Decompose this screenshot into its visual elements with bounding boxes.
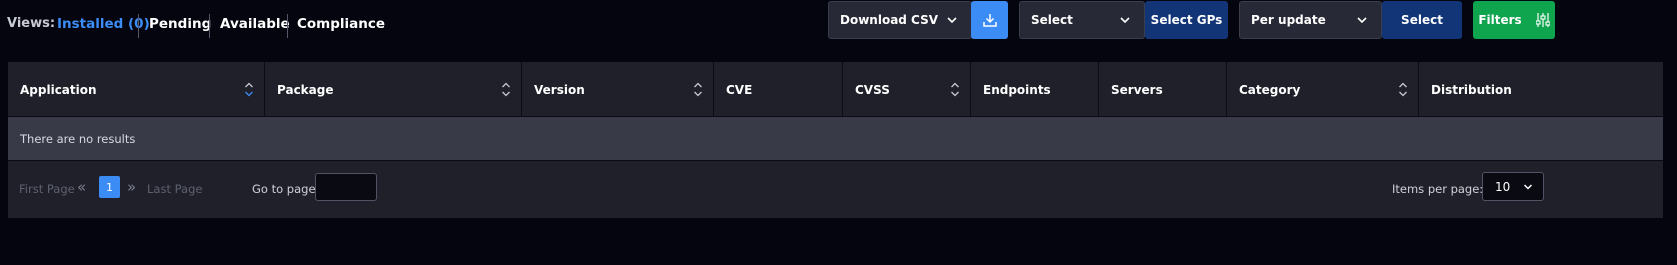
filters-label: Filters	[1478, 13, 1522, 27]
chevron-down-icon	[947, 17, 957, 24]
chevron-down-icon	[1120, 17, 1130, 24]
view-divider	[287, 14, 288, 38]
table-header: Application Package Version CVE CVSS End…	[8, 62, 1663, 117]
update-mode-value: Per update	[1251, 13, 1326, 27]
update-mode-dropdown[interactable]: Per update	[1239, 1, 1382, 39]
column-header-application[interactable]: Application	[8, 62, 265, 117]
chevron-down-icon	[1523, 184, 1533, 190]
next-page-icon[interactable]: »	[127, 177, 141, 197]
download-label: Download CSV	[840, 13, 939, 27]
items-per-page-label: Items per page:	[1392, 182, 1484, 196]
download-button[interactable]	[971, 1, 1008, 39]
top-toolbar: Views: Installed (0) Pending Available C…	[0, 0, 1677, 50]
gp-select-dropdown[interactable]: Select	[1019, 1, 1145, 39]
views-label: Views:	[7, 16, 56, 31]
select-gps-button[interactable]: Select GPs	[1145, 1, 1228, 39]
download-icon	[982, 14, 997, 27]
results-table-panel: Application Package Version CVE CVSS End…	[8, 62, 1663, 218]
column-header-endpoints: Endpoints	[971, 62, 1099, 117]
last-page-link[interactable]: Last Page	[147, 182, 202, 196]
filters-button[interactable]: Filters	[1473, 1, 1555, 39]
column-header-version[interactable]: Version	[522, 62, 714, 117]
update-select-button[interactable]: Select	[1382, 1, 1462, 39]
column-header-cve: CVE	[714, 62, 843, 117]
pagination: First Page « 1 » Last Page Go to page: I…	[8, 162, 1663, 218]
first-page-link[interactable]: First Page	[19, 182, 75, 196]
sort-icon[interactable]	[950, 81, 960, 98]
view-tab-installed[interactable]: Installed (0)	[57, 16, 150, 32]
column-header-category[interactable]: Category	[1227, 62, 1419, 117]
goto-page-label: Go to page:	[252, 182, 320, 196]
sort-icon[interactable]	[501, 81, 511, 98]
sliders-icon	[1535, 13, 1550, 27]
view-divider	[209, 14, 210, 38]
view-tab-compliance[interactable]: Compliance	[297, 16, 385, 32]
sort-icon[interactable]	[244, 81, 254, 98]
gp-select-value: Select	[1031, 13, 1073, 27]
column-header-distribution: Distribution	[1431, 82, 1512, 97]
items-per-page-select[interactable]: 10	[1482, 172, 1544, 201]
empty-results-row: There are no results	[8, 117, 1663, 161]
items-per-page-value: 10	[1495, 179, 1511, 194]
column-header-servers: Servers	[1099, 62, 1227, 117]
prev-page-icon[interactable]: «	[77, 177, 91, 197]
sort-icon[interactable]	[1398, 81, 1408, 98]
download-format-dropdown[interactable]: Download CSV	[828, 1, 972, 39]
view-divider	[138, 14, 139, 38]
chevron-down-icon	[1357, 17, 1367, 24]
sort-icon[interactable]	[693, 81, 703, 98]
view-tab-pending[interactable]: Pending	[149, 16, 211, 32]
view-tab-available[interactable]: Available	[220, 16, 290, 32]
column-header-package[interactable]: Package	[265, 62, 522, 117]
column-header-cvss[interactable]: CVSS	[843, 62, 971, 117]
goto-page-input[interactable]	[315, 173, 377, 201]
current-page-button[interactable]: 1	[99, 176, 120, 198]
